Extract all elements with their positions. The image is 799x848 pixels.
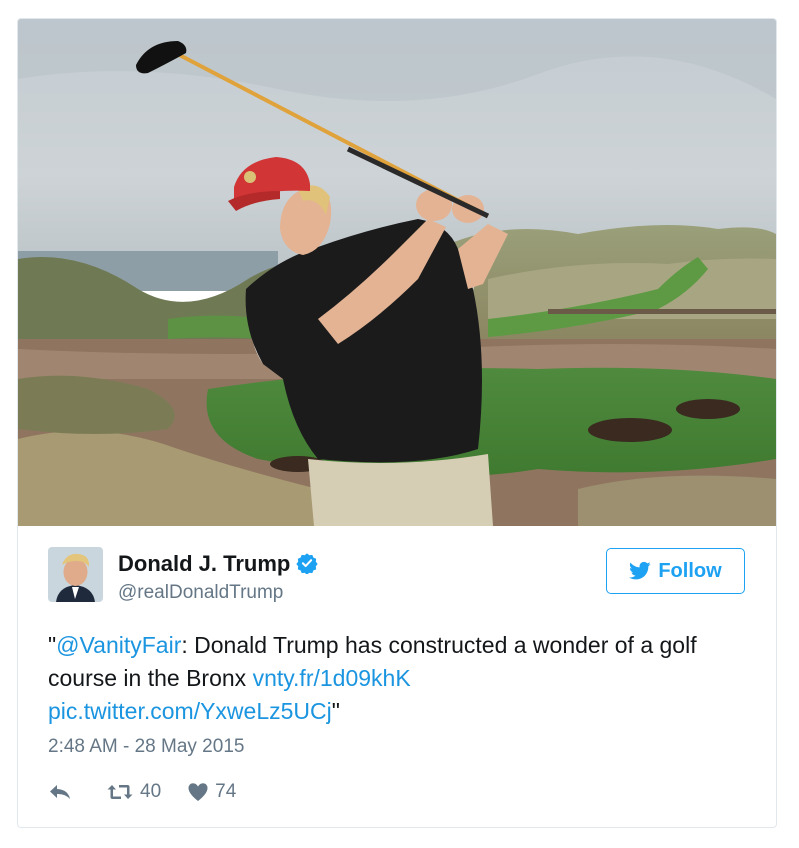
retweet-count: 40 — [140, 781, 162, 802]
follow-button-label: Follow — [658, 559, 722, 582]
twitter-bird-icon — [629, 561, 651, 580]
close-quote: " — [331, 698, 340, 724]
heart-icon — [188, 783, 208, 801]
tweet-text: "@VanityFair: Donald Trump has construct… — [48, 629, 748, 728]
verified-badge-icon — [296, 552, 318, 575]
reply-icon — [50, 785, 70, 799]
tweet-card: Donald J. Trump @realDonaldTrump Follow … — [17, 18, 777, 828]
retweet-icon — [107, 785, 133, 799]
tweet-timestamp[interactable]: 2:48 AM - 28 May 2015 — [48, 736, 244, 758]
profile-photo — [48, 547, 103, 602]
mention-link[interactable]: @VanityFair — [56, 632, 181, 658]
golf-photo-image — [18, 19, 776, 526]
like-button[interactable]: 74 — [187, 781, 236, 803]
open-quote: " — [48, 632, 57, 658]
avatar[interactable] — [48, 547, 103, 602]
follow-button[interactable]: Follow — [606, 548, 745, 594]
tweet-photo[interactable] — [18, 19, 776, 526]
user-handle[interactable]: @realDonaldTrump — [118, 582, 283, 604]
media-link[interactable]: pic.twitter.com/YxweLz5UCj — [48, 698, 332, 724]
tweet-actions: 40 74 — [48, 779, 236, 805]
display-name[interactable]: Donald J. Trump — [118, 551, 318, 577]
display-name-text: Donald J. Trump — [118, 551, 291, 576]
retweet-button[interactable]: 40 — [106, 781, 161, 803]
reply-button[interactable] — [48, 782, 72, 802]
shortened-link[interactable]: vnty.fr/1d09khK — [253, 665, 411, 691]
like-count: 74 — [215, 781, 237, 802]
